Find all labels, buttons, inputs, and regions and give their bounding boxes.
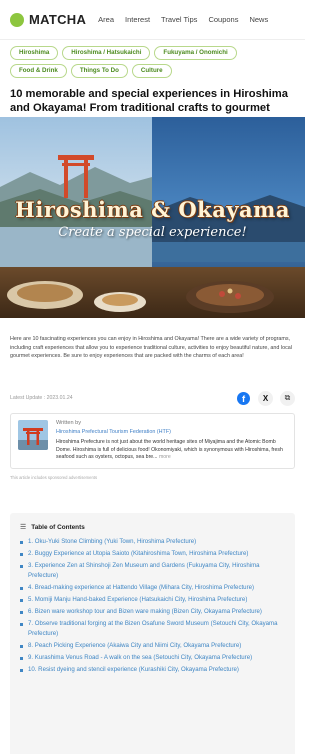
facebook-share-button[interactable]: f xyxy=(236,390,251,406)
sponsored-disclaimer: This article includes sponsored advertis… xyxy=(10,475,98,480)
toc-item-10[interactable]: 10. Resist dyeing and stencil experience… xyxy=(20,665,285,676)
nav-area[interactable]: Area xyxy=(98,15,114,24)
hero-title: Hiroshima & Okayama xyxy=(15,197,290,222)
table-of-contents: ☰ Table of Contents 1. Oku-Yuki Stone Cl… xyxy=(10,513,295,754)
article-meta: Latest Update : 2023.01.24 f X ⧉ xyxy=(10,390,295,406)
hero-subtitle: Create a special experience! xyxy=(58,225,247,240)
tag-culture[interactable]: Culture xyxy=(131,64,172,78)
toc-header: ☰ Table of Contents xyxy=(20,523,285,532)
toc-item-label: 10. Resist dyeing and stencil experience… xyxy=(28,665,239,673)
more-link[interactable]: more xyxy=(159,454,171,460)
tag-things-to-do[interactable]: Things To Do xyxy=(70,64,128,78)
toc-item-label: 4. Bread-making experience at Hattendo V… xyxy=(28,584,255,592)
toc-item-label: 8. Peach Picking Experience (Akaiwa City… xyxy=(28,642,242,650)
author-info: Written by Hiroshima Prefectural Tourism… xyxy=(56,420,287,462)
bullet-icon xyxy=(20,610,23,614)
x-share-button[interactable]: X xyxy=(258,390,273,406)
logo-text: MATCHA xyxy=(29,12,87,27)
toc-item-label: 2. Buggy Experience at Utopia Saioto (Ki… xyxy=(28,549,249,557)
hero-image: Hiroshima & Okayama Create a special exp… xyxy=(0,117,305,318)
bullet-icon xyxy=(20,668,23,672)
tag-hiroshima-hatsukaichi[interactable]: Hiroshima / Hatsukaichi xyxy=(62,46,151,60)
toc-item-8[interactable]: 8. Peach Picking Experience (Akaiwa City… xyxy=(20,641,285,652)
author-box: Written by Hiroshima Prefectural Tourism… xyxy=(10,413,295,469)
author-description: Hiroshima Prefecture is not just about t… xyxy=(56,439,287,462)
toc-item-5[interactable]: 5. Momiji Manju Hand-baked Experience (H… xyxy=(20,595,285,606)
tag-hiroshima[interactable]: Hiroshima xyxy=(10,46,59,60)
tag-fukuyama-onomichi[interactable]: Fukuyama / Onomichi xyxy=(154,46,237,60)
matcha-logo[interactable]: MATCHA xyxy=(10,12,86,27)
update-date: Latest Update : 2023.01.24 xyxy=(10,395,73,401)
x-icon: X xyxy=(262,393,269,403)
nav-coupons[interactable]: Coupons xyxy=(208,15,238,24)
toc-item-3[interactable]: 3. Experience Zen at Shinshoji Zen Museu… xyxy=(20,561,285,583)
toc-item-4[interactable]: 4. Bread-making experience at Hattendo V… xyxy=(20,583,285,594)
list-icon: ☰ xyxy=(20,524,27,531)
bullet-icon xyxy=(20,541,23,544)
share-buttons: f X ⧉ xyxy=(236,390,295,406)
toc-item-1[interactable]: 1. Oku-Yuki Stone Climbing (Yuki Town, H… xyxy=(20,537,285,548)
bullet-icon xyxy=(20,552,23,556)
author-name-link[interactable]: Hiroshima Prefectural Tourism Federation… xyxy=(56,429,287,435)
toc-item-2[interactable]: 2. Buggy Experience at Utopia Saioto (Ki… xyxy=(20,549,285,560)
logo-mark-icon xyxy=(10,12,24,27)
bullet-icon xyxy=(20,645,23,649)
toc-item-label: 3. Experience Zen at Shinshoji Zen Museu… xyxy=(28,561,260,580)
author-avatar[interactable] xyxy=(18,420,48,450)
toc-item-label: 6. Bizen ware workshop tour and Bizen wa… xyxy=(28,607,262,615)
written-by-label: Written by xyxy=(56,420,82,426)
copy-link-button[interactable]: ⧉ xyxy=(280,390,295,406)
toc-item-7[interactable]: 7. Observe traditional forging at the Bi… xyxy=(20,619,285,641)
tag-list: Hiroshima Hiroshima / Hatsukaichi Fukuya… xyxy=(0,40,305,78)
torii-icon xyxy=(18,420,48,450)
toc-item-label: 9. Kurashima Venus Road - A walk on the … xyxy=(28,653,253,661)
bullet-icon xyxy=(20,598,23,602)
site-header: MATCHA Area Interest Travel Tips Coupons… xyxy=(0,0,305,40)
bullet-icon xyxy=(20,656,23,660)
bullet-icon xyxy=(20,587,23,591)
bullet-icon xyxy=(20,622,23,626)
tag-food-drink[interactable]: Food & Drink xyxy=(10,64,67,78)
nav-news[interactable]: News xyxy=(249,15,268,24)
toc-item-6[interactable]: 6. Bizen ware workshop tour and Bizen wa… xyxy=(20,607,285,618)
toc-item-label: 7. Observe traditional forging at the Bi… xyxy=(28,619,278,638)
article-intro: Here are 10 fascinating experiences you … xyxy=(10,336,292,360)
main-nav: Area Interest Travel Tips Coupons News xyxy=(98,15,268,24)
facebook-icon: f xyxy=(237,391,250,405)
toc-heading: Table of Contents xyxy=(31,523,85,531)
bullet-icon xyxy=(20,564,23,568)
nav-interest[interactable]: Interest xyxy=(125,15,150,24)
nav-travel-tips[interactable]: Travel Tips xyxy=(161,15,197,24)
toc-item-label: 1. Oku-Yuki Stone Climbing (Yuki Town, H… xyxy=(28,538,197,545)
toc-item-9[interactable]: 9. Kurashima Venus Road - A walk on the … xyxy=(20,653,285,664)
copy-icon: ⧉ xyxy=(284,393,291,402)
toc-item-label: 5. Momiji Manju Hand-baked Experience (H… xyxy=(28,595,248,603)
